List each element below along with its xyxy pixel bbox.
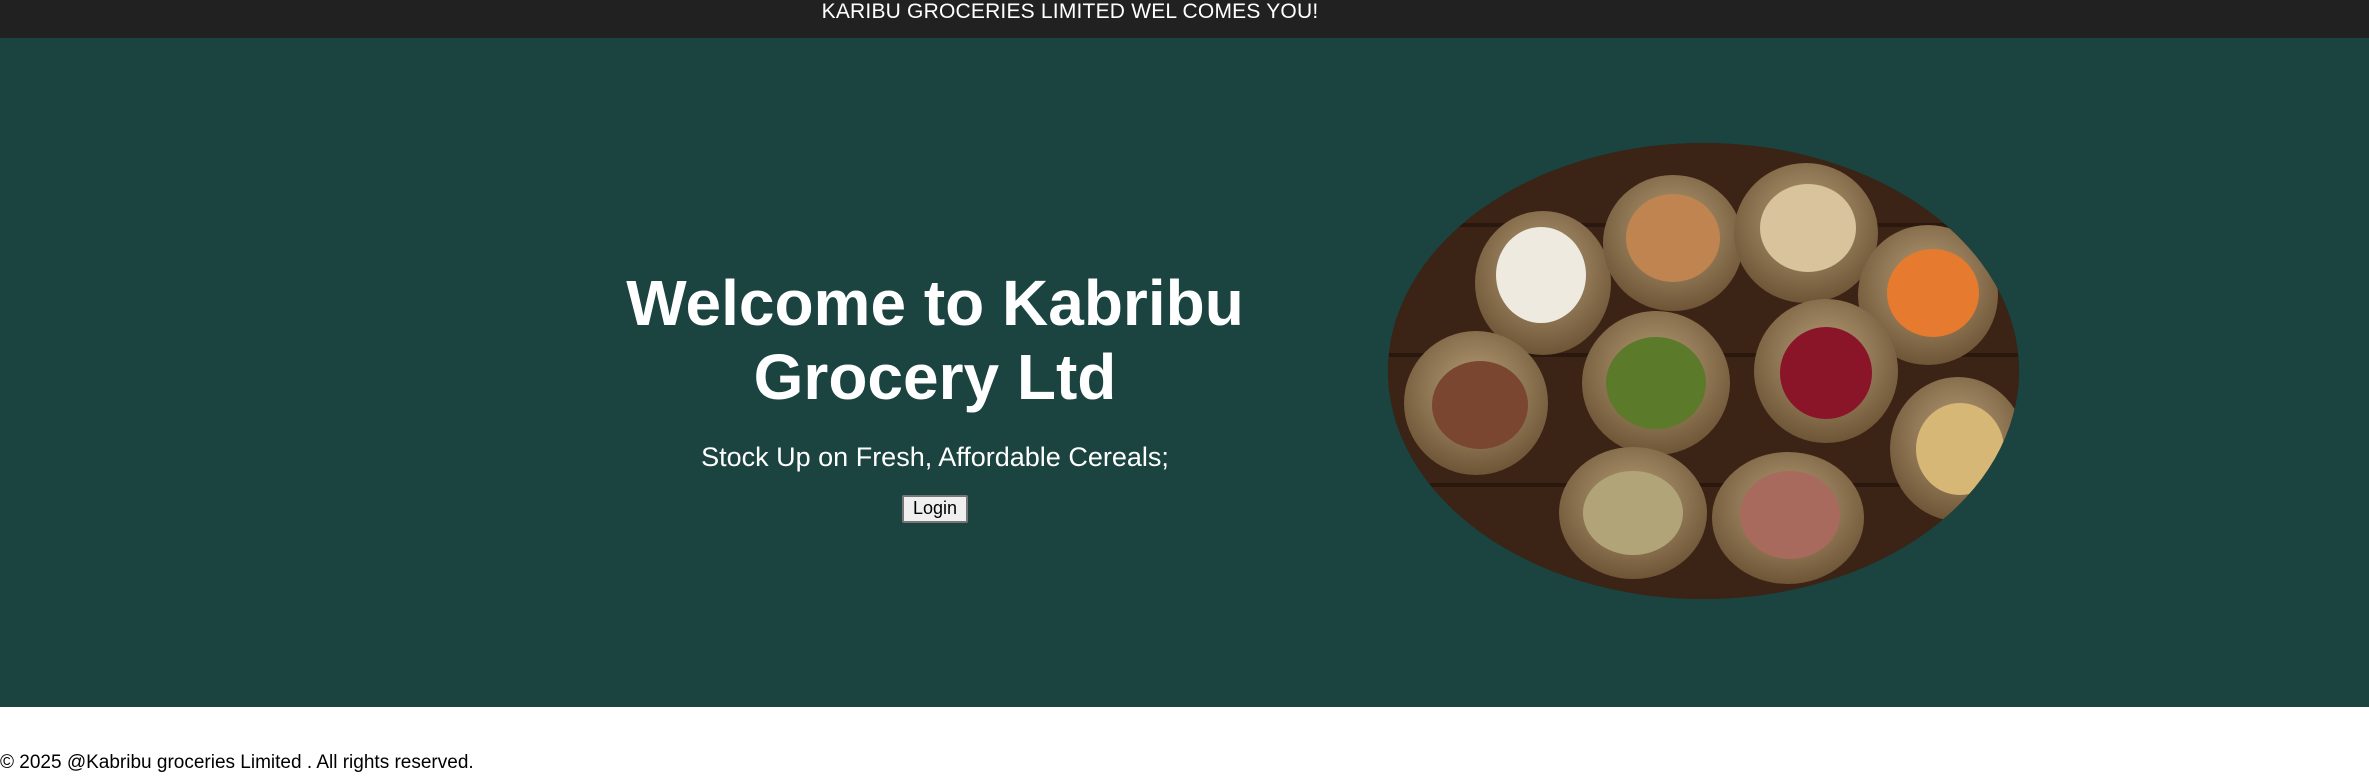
top-banner: KARIBU GROCERIES LIMITED WEL COMES YOU!	[0, 0, 2369, 38]
hero-section: Welcome to Kabribu Grocery Ltd Stock Up …	[0, 38, 2369, 707]
sack-red-kidney-beans	[1754, 299, 1898, 443]
hero-title: Welcome to Kabribu Grocery Ltd	[626, 267, 1244, 413]
grain-sacks-image	[1388, 143, 2019, 599]
top-banner-text: KARIBU GROCERIES LIMITED WEL COMES YOU!	[821, 0, 1319, 23]
hero-subtitle: Stock Up on Fresh, Affordable Cereals;	[701, 442, 1169, 472]
login-button[interactable]: Login	[901, 495, 969, 523]
sack-lentils	[1559, 447, 1707, 579]
sack-green-grams	[1582, 311, 1730, 455]
sack-pinto-beans	[1712, 452, 1864, 584]
sack-brown-millet	[1404, 331, 1548, 475]
sack-white-beans	[1475, 211, 1611, 355]
sack-sorghum	[1734, 163, 1878, 303]
hero-text-block: Welcome to Kabribu Grocery Ltd Stock Up …	[560, 266, 1310, 523]
footer-copyright: © 2025 @Kabribu groceries Limited . All …	[0, 752, 474, 773]
sack-chickpeas	[1603, 175, 1743, 311]
